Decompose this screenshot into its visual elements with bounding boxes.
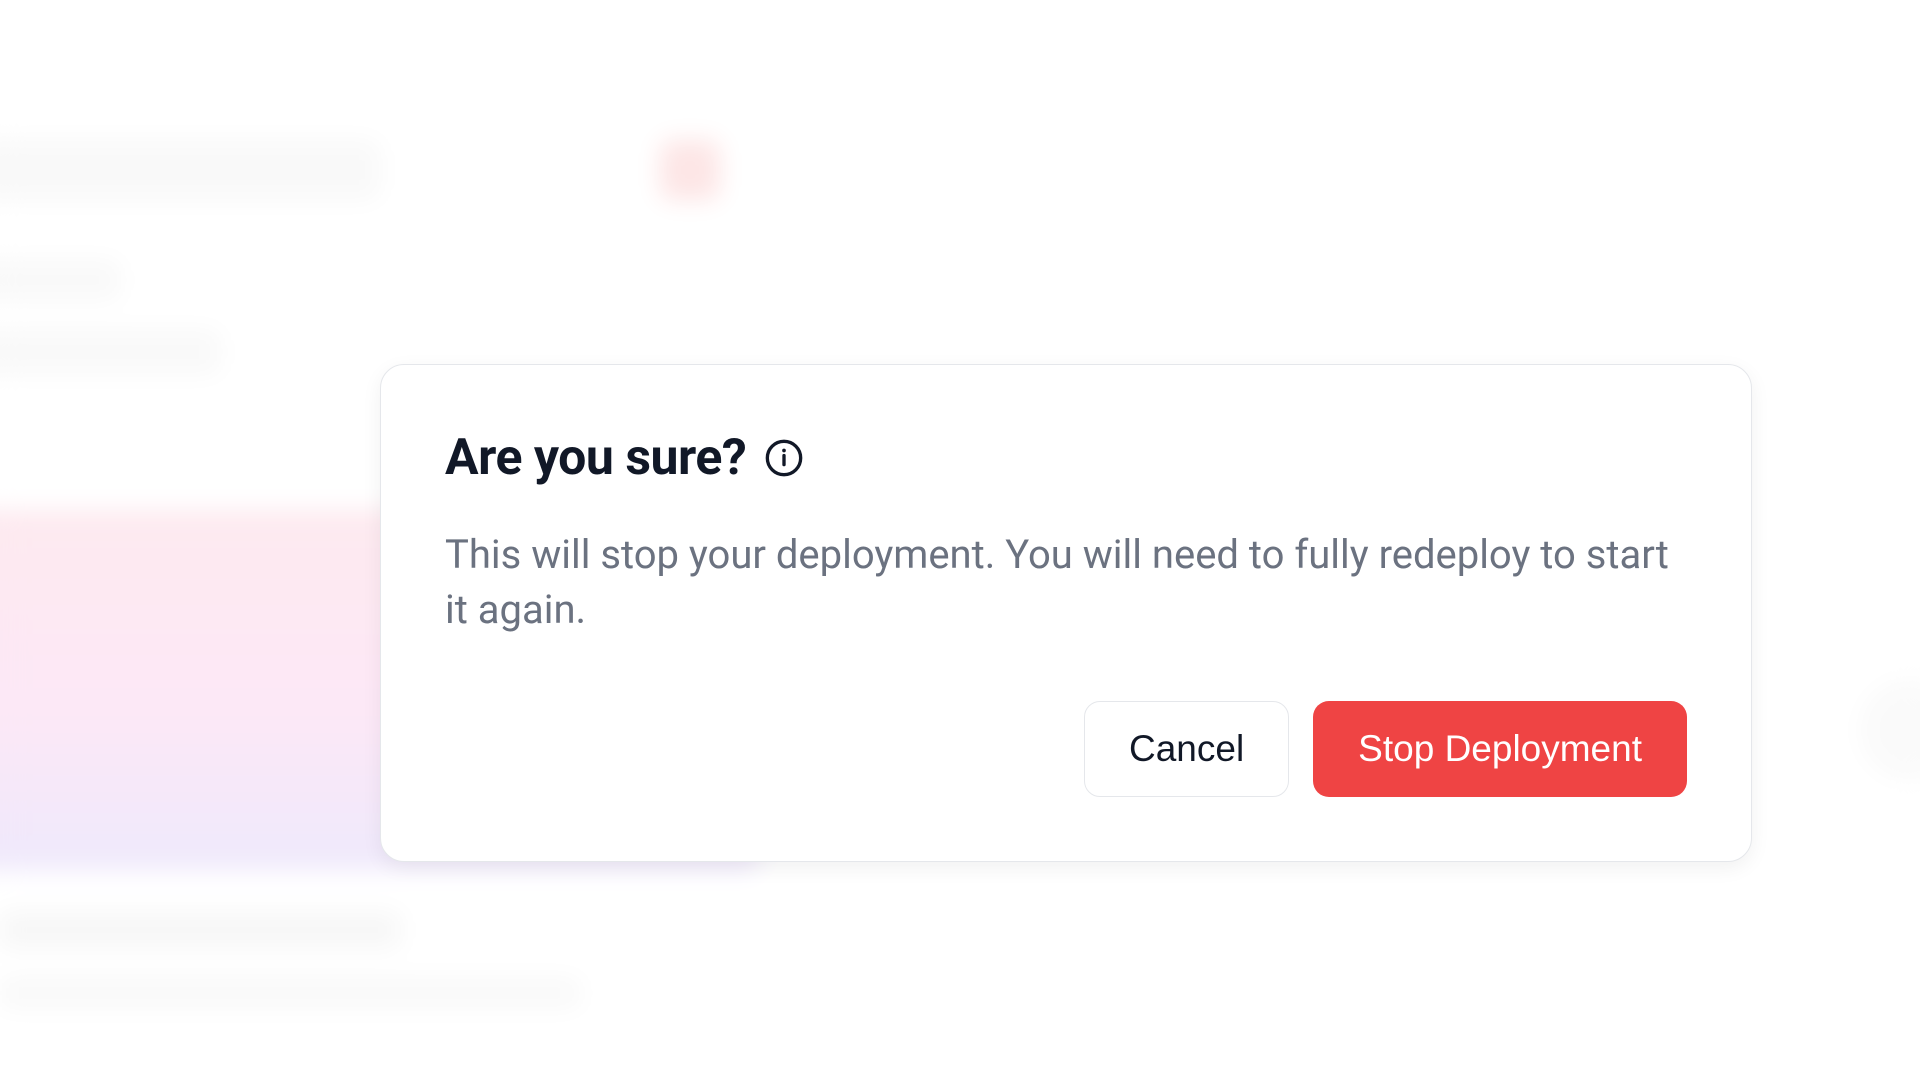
modal-message: This will stop your deployment. You will… <box>445 527 1685 637</box>
modal-actions: Cancel Stop Deployment <box>445 701 1687 797</box>
stop-deployment-button[interactable]: Stop Deployment <box>1313 701 1687 797</box>
info-icon[interactable] <box>764 438 804 478</box>
cancel-button[interactable]: Cancel <box>1084 701 1289 797</box>
confirm-modal: Are you sure? This will stop your deploy… <box>380 364 1752 862</box>
modal-header: Are you sure? <box>445 429 1687 487</box>
modal-title: Are you sure? <box>445 429 746 487</box>
